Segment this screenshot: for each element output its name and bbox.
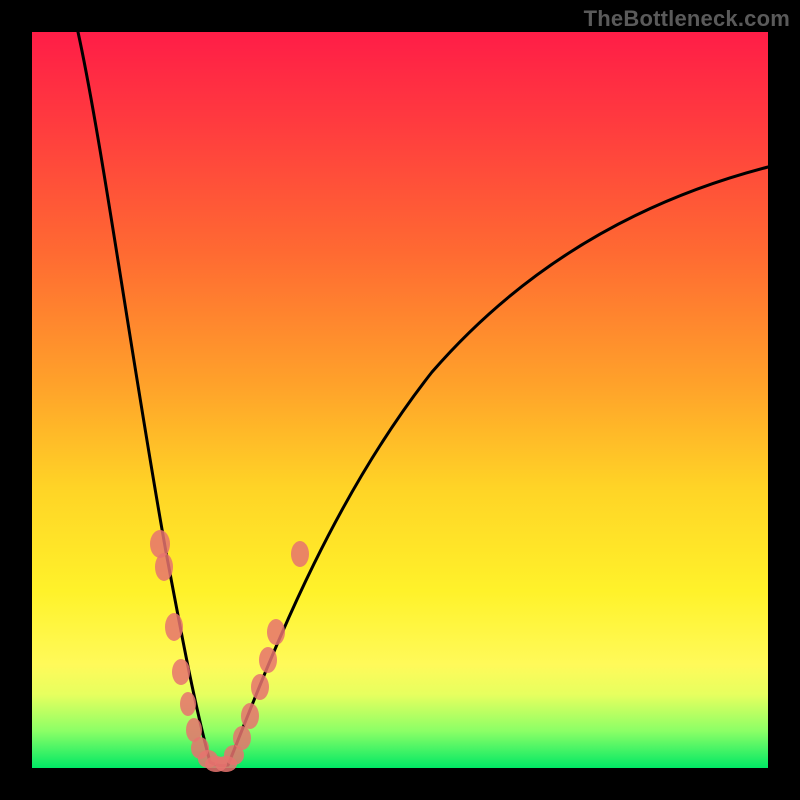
marker-dot: [172, 659, 190, 685]
curve-left: [78, 32, 210, 762]
marker-dot: [241, 703, 259, 729]
watermark-text: TheBottleneck.com: [584, 6, 790, 32]
marker-dot: [267, 619, 285, 645]
chart-frame: TheBottleneck.com: [0, 0, 800, 800]
marker-dot: [259, 647, 277, 673]
marker-dot: [165, 613, 183, 641]
marker-dot: [291, 541, 309, 567]
marker-dot: [150, 530, 170, 558]
marker-dot: [251, 674, 269, 700]
marker-dot: [233, 726, 251, 750]
marker-dot: [180, 692, 196, 716]
plot-area: [32, 32, 768, 768]
curve-right: [228, 167, 768, 765]
marker-dot: [155, 553, 173, 581]
curve-layer: [32, 32, 768, 768]
